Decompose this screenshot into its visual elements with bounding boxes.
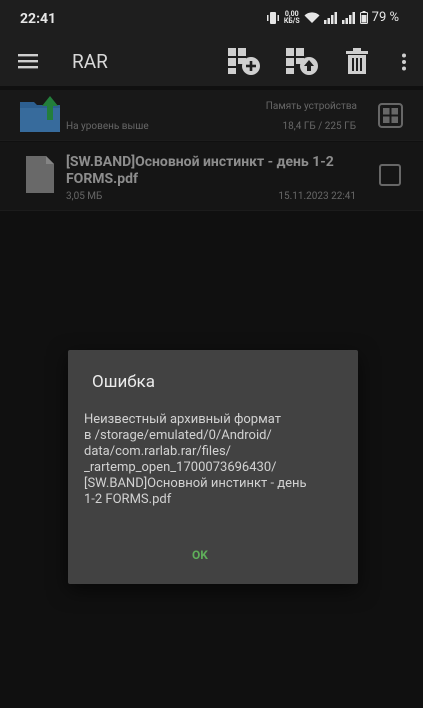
app-bar: RAR [0, 38, 423, 86]
status-icons: 0,00 КБ/S 79 % [266, 10, 399, 25]
archive-extract-icon[interactable] [284, 46, 320, 76]
dialog-title: Ошибка [92, 372, 155, 392]
dialog-message: Неизвестный архивный формат в /storage/e… [84, 412, 307, 507]
app-title: RAR [72, 50, 108, 73]
battery-icon [359, 11, 368, 24]
wifi-icon [304, 11, 320, 23]
ok-button[interactable]: OK [192, 548, 208, 562]
signal-icon [323, 11, 337, 24]
error-dialog: Ошибка Неизвестный архивный формат в /st… [68, 350, 358, 584]
battery-level: 79 % [371, 10, 399, 25]
menu-icon[interactable] [18, 53, 38, 69]
archive-add-icon[interactable] [226, 46, 262, 76]
more-vert-icon[interactable] [401, 53, 407, 71]
vibrate-icon [266, 11, 279, 24]
status-time: 22:41 [20, 11, 57, 27]
status-bar: 22:41 0,00 КБ/S 79 % [0, 0, 423, 38]
network-speed: 0,00 КБ/S [283, 9, 300, 25]
trash-icon[interactable] [346, 48, 368, 74]
signal-icon-2 [341, 11, 355, 24]
